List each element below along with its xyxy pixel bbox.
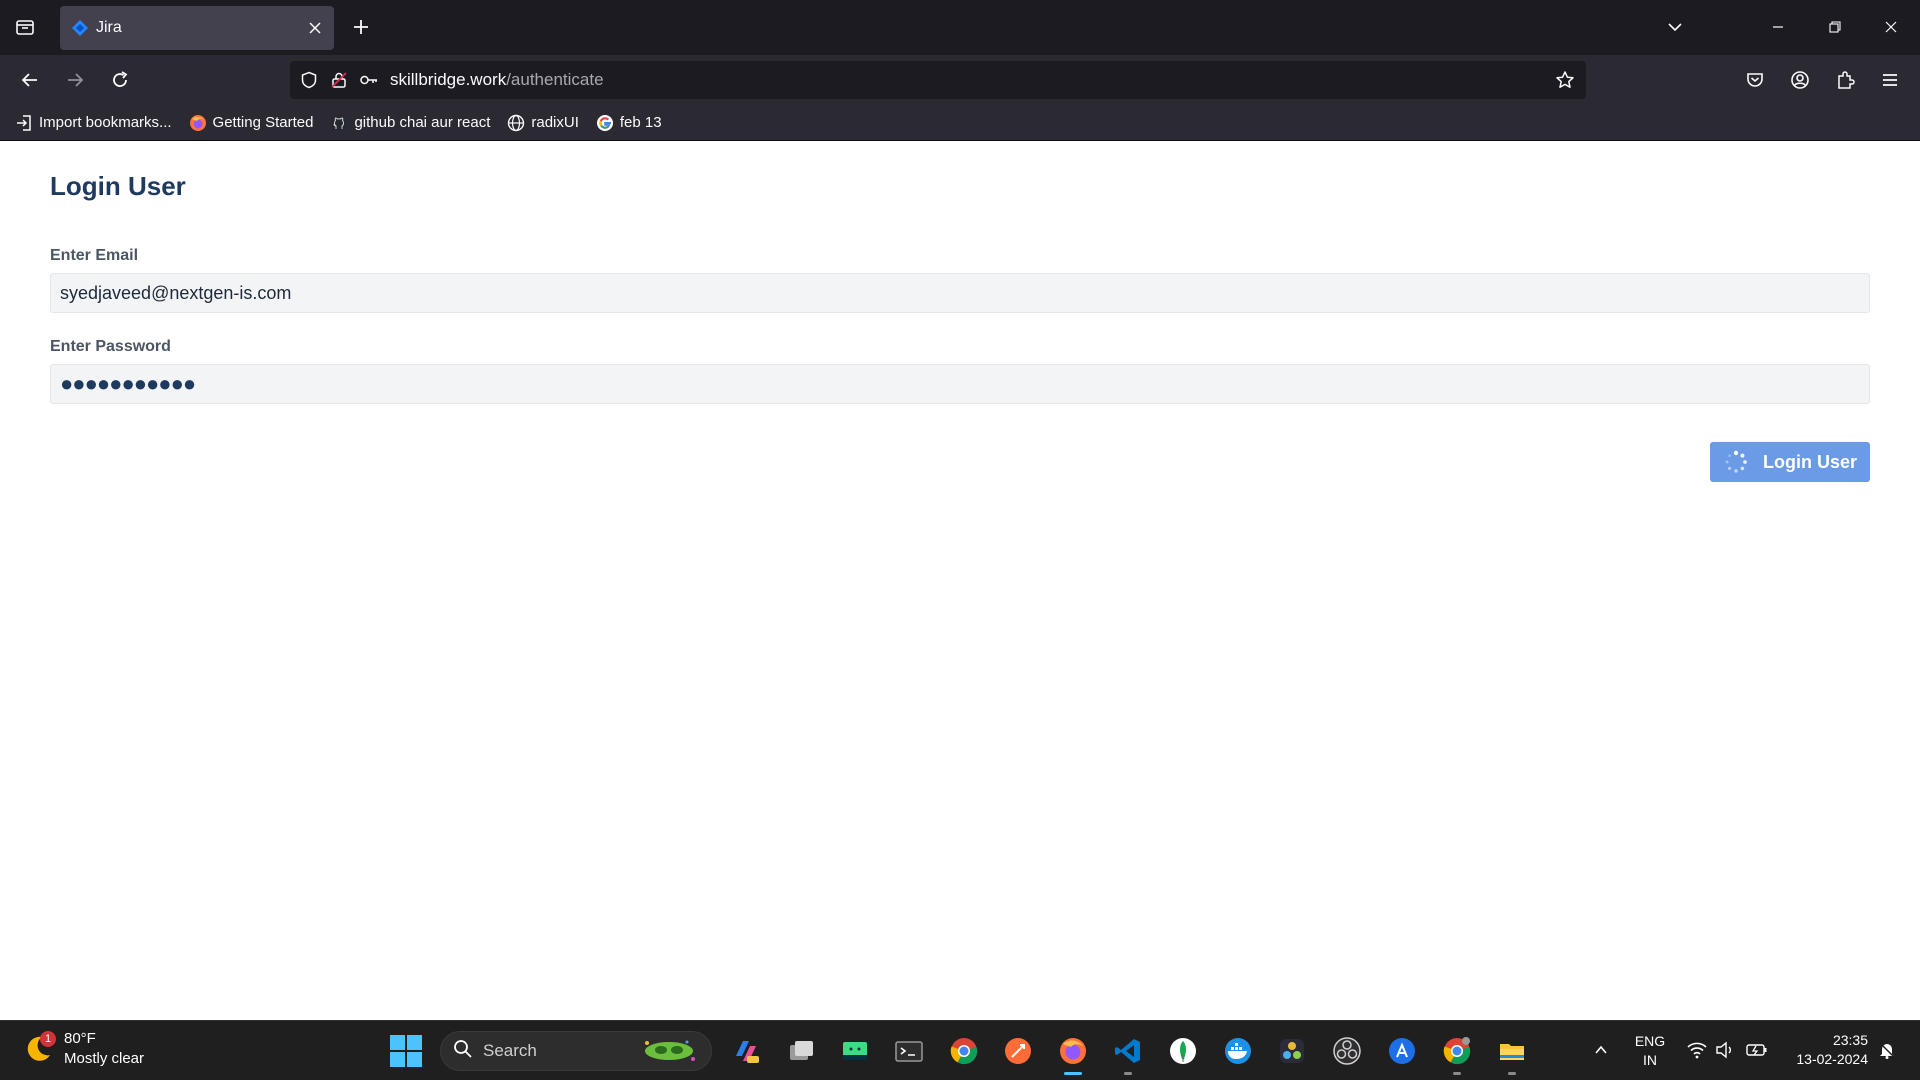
vscode-icon[interactable] xyxy=(1110,1033,1146,1075)
firefox-taskbar-icon[interactable] xyxy=(1055,1033,1091,1075)
close-tab-icon[interactable] xyxy=(302,15,328,41)
extensions-icon[interactable] xyxy=(1830,65,1860,95)
search-icon xyxy=(453,1039,473,1064)
forward-icon[interactable] xyxy=(60,65,90,95)
pocket-icon[interactable] xyxy=(1740,65,1770,95)
wifi-icon[interactable] xyxy=(1686,1039,1708,1061)
docker-icon[interactable] xyxy=(1220,1033,1256,1069)
weather-badge: 1 xyxy=(40,1031,56,1047)
volume-icon[interactable] xyxy=(1714,1039,1736,1061)
close-window-icon[interactable] xyxy=(1876,12,1906,42)
firefox-icon xyxy=(188,113,208,133)
weather-condition: Mostly clear xyxy=(64,1050,145,1067)
notification-bell-icon[interactable] xyxy=(1876,1039,1898,1061)
copilot-icon[interactable] xyxy=(728,1033,764,1069)
account-icon[interactable] xyxy=(1785,65,1815,95)
google-icon xyxy=(595,113,615,133)
new-tab-icon[interactable] xyxy=(348,14,374,40)
bookmark-label: Import bookmarks... xyxy=(39,114,172,131)
bookmark-label: radixUI xyxy=(531,114,579,131)
bookmark-feb-13[interactable]: feb 13 xyxy=(595,113,662,133)
url-text[interactable]: skillbridge.work/authenticate xyxy=(390,70,1550,90)
language-indicator[interactable]: ENG IN xyxy=(1628,1032,1672,1070)
navigation-toolbar: skillbridge.work/authenticate xyxy=(0,55,1920,105)
file-explorer-icon[interactable] xyxy=(1494,1033,1530,1075)
search-label: Search xyxy=(483,1041,537,1060)
bookmark-label: github chai aur react xyxy=(354,114,491,131)
tab-title: Jira xyxy=(96,19,122,36)
password-mask: ●●●●●●●●●●● xyxy=(60,371,196,396)
password-field[interactable]: ●●●●●●●●●●● xyxy=(50,364,1870,404)
battery-icon[interactable] xyxy=(1746,1039,1768,1061)
weather-temp: 80°F xyxy=(64,1030,96,1047)
weather-widget[interactable]: 1 80°F Mostly clear xyxy=(22,1029,144,1069)
login-button-label: Login User xyxy=(1762,451,1857,472)
list-all-tabs-icon[interactable] xyxy=(1662,14,1688,40)
password-label: Enter Password xyxy=(50,338,171,355)
terminal-icon[interactable] xyxy=(891,1033,927,1069)
page-title: Login User xyxy=(50,171,186,201)
region-code: IN xyxy=(1643,1052,1657,1068)
jira-icon xyxy=(70,18,90,38)
restore-icon[interactable] xyxy=(1820,12,1850,42)
login-page: Login User Enter Email syedjaveed@nextge… xyxy=(0,141,1920,1021)
bookmark-label: Getting Started xyxy=(212,114,314,131)
email-label: Enter Email xyxy=(50,247,139,264)
globe-icon xyxy=(506,113,526,133)
github-icon xyxy=(329,113,349,133)
open-indicator xyxy=(1124,1072,1132,1075)
task-view-icon[interactable] xyxy=(783,1033,819,1069)
clock-time: 23:35 xyxy=(1832,1032,1868,1048)
bookmark-import[interactable]: Import bookmarks... xyxy=(14,113,172,133)
email-value: syedjaveed@nextgen-is.com xyxy=(60,282,292,303)
moon-weather-icon: 1 xyxy=(22,1031,56,1065)
email-field[interactable]: syedjaveed@nextgen-is.com xyxy=(50,273,1870,313)
url-host: skillbridge.work xyxy=(390,70,507,89)
language-code: ENG xyxy=(1634,1033,1666,1049)
loading-spinner-icon xyxy=(1723,449,1749,475)
reload-icon[interactable] xyxy=(105,65,135,95)
back-icon[interactable] xyxy=(15,65,45,95)
tab-strip: Jira xyxy=(0,0,1920,55)
shield-icon[interactable] xyxy=(294,65,324,95)
import-icon xyxy=(14,113,34,133)
open-indicator xyxy=(1453,1072,1461,1075)
windows-taskbar: 1 80°F Mostly clear Search ENG IN 23:35 … xyxy=(0,1020,1920,1080)
tab-jira[interactable]: Jira xyxy=(60,6,334,50)
clock-date: 13-02-2024 xyxy=(1796,1051,1868,1067)
insecure-lock-icon[interactable] xyxy=(324,65,354,95)
bookmark-radixui[interactable]: radixUI xyxy=(506,113,579,133)
bookmarks-toolbar: Import bookmarks... Getting Started gith… xyxy=(0,105,1920,141)
bookmark-github[interactable]: github chai aur react xyxy=(329,113,490,133)
windows-start-icon[interactable] xyxy=(390,1035,422,1067)
bookmark-getting-started[interactable]: Getting Started xyxy=(188,113,314,133)
url-path: /authenticate xyxy=(506,70,604,89)
chrome-beta-icon[interactable] xyxy=(1439,1033,1475,1075)
active-indicator xyxy=(1064,1072,1082,1075)
minimize-icon[interactable] xyxy=(1763,12,1793,42)
chrome-icon[interactable] xyxy=(946,1033,982,1069)
login-button[interactable]: Login User xyxy=(1710,442,1870,482)
key-icon[interactable] xyxy=(354,65,384,95)
bookmark-label: feb 13 xyxy=(619,114,662,131)
postman-icon[interactable] xyxy=(1000,1033,1036,1069)
app-store-icon[interactable] xyxy=(1384,1033,1420,1069)
taskbar-search[interactable]: Search xyxy=(440,1031,712,1071)
davinci-resolve-icon[interactable] xyxy=(1274,1033,1310,1069)
mongodb-icon[interactable] xyxy=(1165,1033,1201,1069)
firefox-view-icon[interactable] xyxy=(12,14,38,40)
android-studio-icon[interactable] xyxy=(837,1033,873,1069)
open-indicator xyxy=(1508,1072,1516,1075)
obs-icon[interactable] xyxy=(1329,1033,1365,1069)
search-highlight-icon xyxy=(637,1037,701,1065)
bookmark-star-icon[interactable] xyxy=(1550,65,1580,95)
show-hidden-icons-icon[interactable] xyxy=(1590,1039,1612,1061)
menu-icon[interactable] xyxy=(1875,65,1905,95)
url-bar[interactable]: skillbridge.work/authenticate xyxy=(290,61,1586,99)
clock[interactable]: 23:35 13-02-2024 xyxy=(1784,1031,1868,1069)
